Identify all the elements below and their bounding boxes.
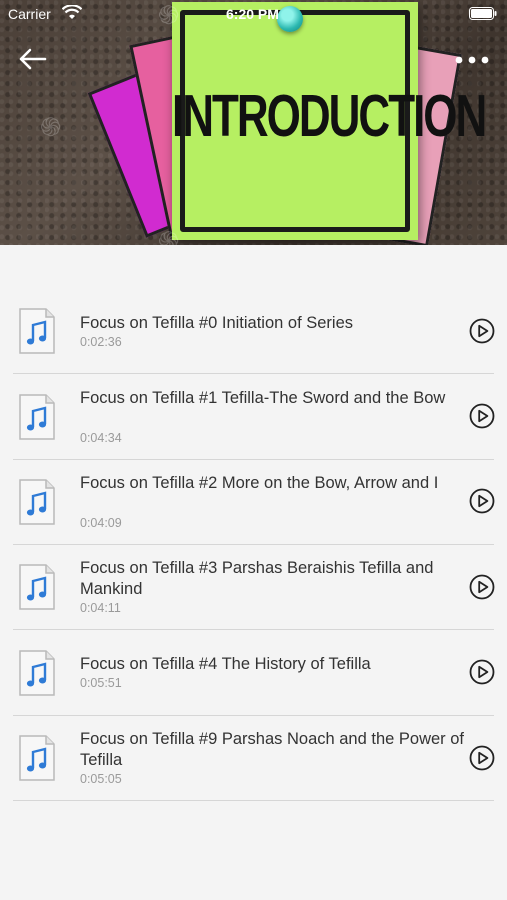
watermark-icon: ֍ [40, 112, 62, 142]
track-title: Focus on Tefilla #3 Parshas Beraishis Te… [80, 559, 434, 598]
track-duration: 0:05:51 [80, 676, 122, 690]
track-row[interactable]: Focus on Tefilla #4 The History of Tefil… [13, 629, 495, 716]
status-time: 6:20 PM [226, 6, 279, 22]
track-row[interactable]: Focus on Tefilla #2 More on the Bow, Arr… [13, 459, 495, 545]
track-duration: 0:02:36 [80, 335, 122, 349]
audio-file-icon [19, 394, 55, 440]
wifi-icon [62, 5, 82, 19]
track-title: Focus on Tefilla #0 Initiation of Series [80, 314, 354, 332]
back-button[interactable] [14, 44, 50, 74]
play-circle-icon[interactable] [469, 659, 495, 685]
track-row[interactable]: Focus on Tefilla #9 Parshas Noach and th… [13, 715, 495, 801]
green-note: INTRODUCTION [172, 2, 487, 240]
back-arrow-icon [19, 48, 47, 70]
track-duration: 0:04:09 [80, 516, 122, 530]
play-circle-icon[interactable] [469, 318, 495, 344]
play-circle-icon[interactable] [469, 574, 495, 600]
track-row[interactable]: Focus on Tefilla #3 Parshas Beraishis Te… [13, 544, 495, 630]
track-title: Focus on Tefilla #1 Tefilla-The Sword an… [80, 389, 446, 407]
more-dots-icon [455, 56, 489, 64]
audio-file-icon [19, 564, 55, 610]
play-circle-icon[interactable] [469, 403, 495, 429]
audio-file-icon [19, 650, 55, 696]
header-image: INTRODUCTION ֍ ֍ ֍ Carrier 6:20 PM [0, 0, 507, 245]
track-row[interactable]: Focus on Tefilla #0 Initiation of Series… [13, 288, 495, 374]
track-duration: 0:04:34 [80, 431, 122, 445]
audio-file-icon [19, 308, 55, 354]
play-circle-icon[interactable] [469, 745, 495, 771]
play-circle-icon[interactable] [469, 488, 495, 514]
carrier-label: Carrier [8, 6, 51, 22]
audio-file-icon [19, 479, 55, 525]
pushpin-icon [277, 6, 303, 32]
track-duration: 0:05:05 [80, 772, 122, 786]
battery-icon [469, 7, 497, 20]
track-title: Focus on Tefilla #2 More on the Bow, Arr… [80, 474, 439, 492]
audio-file-icon [19, 735, 55, 781]
track-title: Focus on Tefilla #4 The History of Tefil… [80, 655, 371, 673]
watermark-icon: ֍ [158, 0, 180, 30]
track-duration: 0:04:11 [80, 601, 121, 615]
more-options-button[interactable] [452, 46, 492, 74]
track-title: Focus on Tefilla #9 Parshas Noach and th… [80, 730, 465, 769]
watermark-icon: ֍ [158, 226, 180, 245]
note-title: INTRODUCTION [172, 83, 487, 150]
track-row[interactable]: Focus on Tefilla #1 Tefilla-The Sword an… [13, 374, 495, 460]
